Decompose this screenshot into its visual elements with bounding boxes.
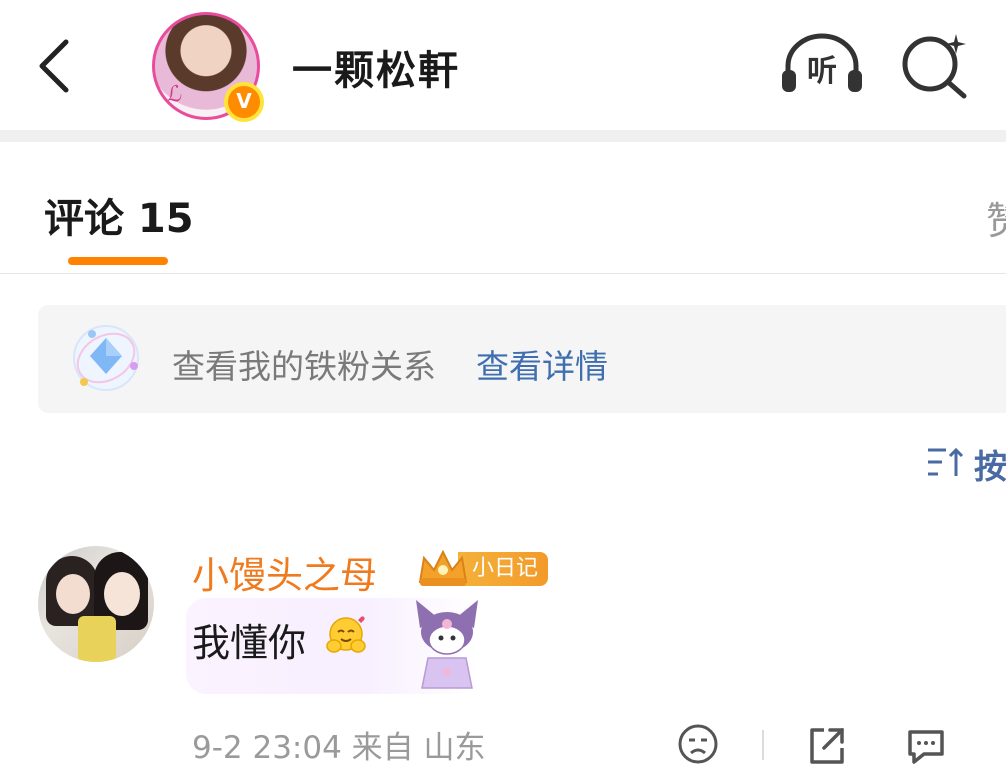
listen-label: 听 bbox=[807, 54, 837, 89]
action-divider bbox=[762, 730, 764, 760]
back-icon[interactable] bbox=[32, 36, 76, 96]
dislike-icon[interactable] bbox=[676, 722, 720, 766]
author-name[interactable]: 一颗松軒 bbox=[292, 38, 460, 96]
commenter-avatar[interactable] bbox=[38, 546, 154, 662]
share-icon[interactable] bbox=[806, 724, 848, 766]
fan-banner-text: 查看我的铁粉关系 bbox=[172, 347, 436, 386]
fan-level-badge[interactable]: 小日记 bbox=[458, 552, 549, 586]
comment-meta: 9-2 23:04 来自 山东 bbox=[192, 730, 486, 766]
crown-icon bbox=[418, 549, 468, 586]
hug-emoji-icon bbox=[326, 616, 366, 653]
header-divider bbox=[0, 130, 1006, 142]
reply-icon[interactable] bbox=[904, 726, 948, 766]
sort-label[interactable]: 按 bbox=[974, 440, 1006, 488]
sort-icon[interactable] bbox=[926, 446, 964, 478]
tab-likes[interactable]: 赞 bbox=[986, 190, 1006, 245]
tab-divider bbox=[0, 273, 1006, 274]
verified-badge: V bbox=[224, 82, 264, 122]
tab-comments[interactable]: 评论 15 bbox=[44, 186, 194, 244]
listen-button[interactable]: 听 bbox=[780, 32, 864, 96]
kuromi-sticker-icon bbox=[416, 600, 478, 689]
comment-text: 我懂你 bbox=[192, 621, 307, 665]
diamond-orbit-icon bbox=[73, 325, 139, 391]
fan-details-link[interactable]: 查看详情 bbox=[476, 340, 608, 388]
commenter-username[interactable]: 小馒头之母 bbox=[192, 545, 377, 599]
tab-active-indicator bbox=[68, 257, 168, 265]
search-sparkle-icon[interactable] bbox=[900, 30, 972, 102]
